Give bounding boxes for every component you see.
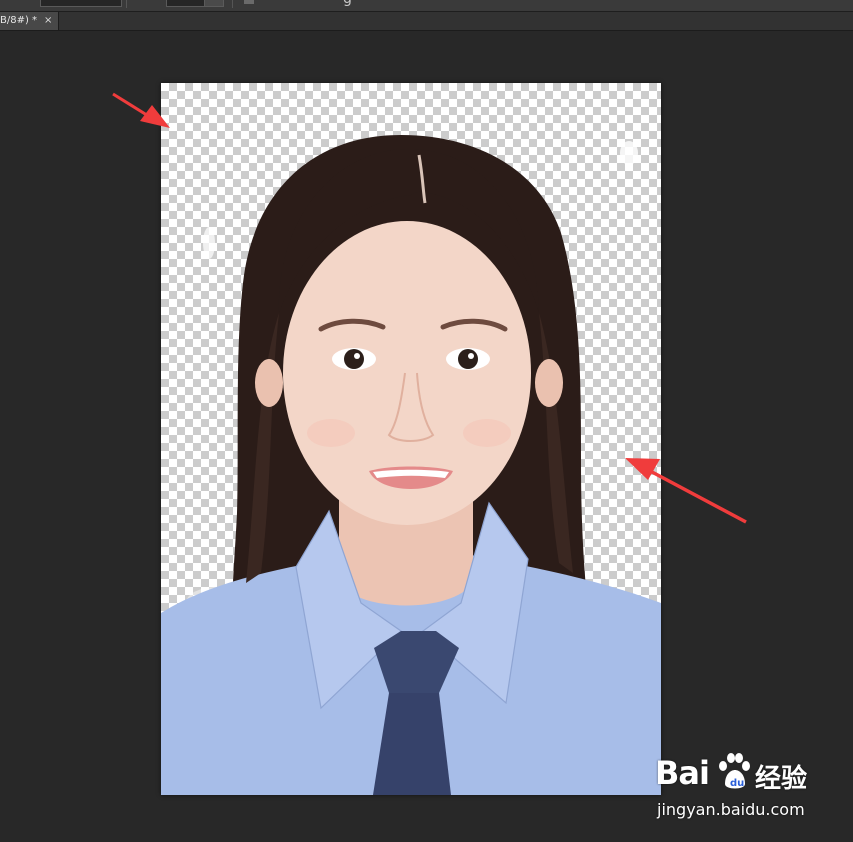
arrow-right xyxy=(625,458,747,524)
watermark-url: jingyan.baidu.com xyxy=(657,800,805,819)
watermark-chinese: 经验 xyxy=(755,764,808,794)
watermark: Bai du 经验 jingyan.baidu.com xyxy=(655,752,845,827)
paw-icon: du xyxy=(719,753,750,789)
arrow-annotations xyxy=(112,92,747,524)
watermark-brand: Bai xyxy=(655,754,710,792)
svg-text:du: du xyxy=(730,778,744,789)
arrow-top-left xyxy=(112,92,170,128)
